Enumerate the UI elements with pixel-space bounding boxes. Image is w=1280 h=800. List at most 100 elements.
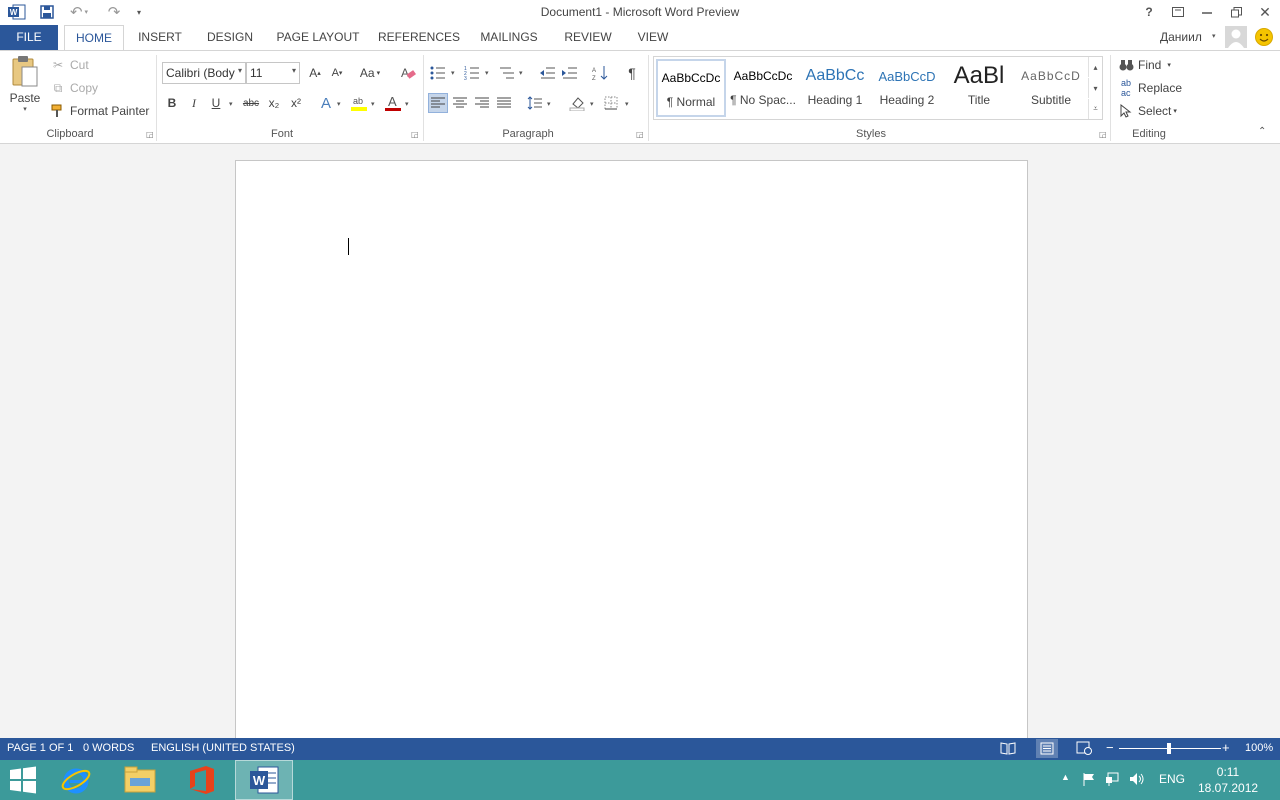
show-hidden-icons-chevron-up-icon[interactable]: ▲ bbox=[1061, 772, 1070, 782]
avatar[interactable] bbox=[1225, 26, 1247, 48]
strikethrough-button[interactable]: abc bbox=[241, 93, 261, 113]
clear-formatting-icon[interactable]: A bbox=[398, 63, 418, 83]
tab-view[interactable]: VIEW bbox=[633, 25, 673, 50]
underline-chevron-down-icon[interactable]: ▾ bbox=[229, 100, 233, 108]
paste-button[interactable]: Paste ▾ bbox=[6, 55, 44, 121]
chevron-down-icon[interactable]: ▾ bbox=[625, 100, 629, 108]
web-layout-icon[interactable] bbox=[1076, 741, 1092, 758]
change-case-button[interactable]: Aa ▾ bbox=[356, 63, 384, 83]
superscript-button[interactable]: x² bbox=[286, 93, 306, 113]
volume-icon[interactable] bbox=[1129, 772, 1145, 789]
zoom-in-icon[interactable]: + bbox=[1222, 740, 1230, 755]
show-hide-marks-icon[interactable]: ¶ bbox=[622, 63, 642, 83]
font-name-combo[interactable]: Calibri (Body ▾ bbox=[162, 62, 246, 84]
tab-references[interactable]: REFERENCES bbox=[377, 25, 461, 50]
sort-icon[interactable]: AZ bbox=[591, 63, 611, 83]
tab-insert[interactable]: INSERT bbox=[133, 25, 187, 50]
shrink-font-icon[interactable]: A ▾ bbox=[327, 63, 347, 83]
tab-design[interactable]: DESIGN bbox=[201, 25, 259, 50]
gallery-more-icon[interactable]: ⩡ bbox=[1088, 99, 1102, 119]
start-icon[interactable] bbox=[0, 760, 46, 800]
gallery-scroll-up-icon[interactable]: ▴ bbox=[1088, 57, 1102, 77]
grow-font-icon[interactable]: A ▴ bbox=[305, 63, 325, 83]
italic-button[interactable]: I bbox=[184, 93, 204, 113]
print-layout-icon[interactable] bbox=[1036, 739, 1058, 758]
cut-button[interactable]: ✂ Cut bbox=[50, 57, 89, 73]
style-no-spacing[interactable]: AaBbCcDc ¶ No Spac... bbox=[728, 59, 798, 117]
user-chevron-down-icon[interactable]: ▾ bbox=[1212, 32, 1216, 40]
page-count[interactable]: PAGE 1 OF 1 bbox=[7, 742, 73, 754]
chevron-down-icon[interactable]: ▾ bbox=[337, 100, 341, 108]
text-effects-icon[interactable]: A bbox=[316, 93, 336, 113]
subscript-button[interactable]: x₂ bbox=[264, 93, 284, 113]
action-center-flag-icon[interactable] bbox=[1082, 772, 1096, 789]
decrease-indent-icon[interactable] bbox=[538, 63, 558, 83]
help-button[interactable]: ? bbox=[1136, 2, 1162, 22]
copy-button[interactable]: ⧉ Copy bbox=[50, 80, 98, 96]
chevron-down-icon[interactable]: ▾ bbox=[590, 100, 594, 108]
multilevel-list-icon[interactable] bbox=[497, 63, 517, 83]
feedback-smiley-icon[interactable] bbox=[1254, 27, 1274, 50]
gallery-scroll-down-icon[interactable]: ▾ bbox=[1088, 78, 1102, 98]
word-count[interactable]: 0 WORDS bbox=[83, 742, 134, 754]
replace-button[interactable]: ab ac Replace bbox=[1118, 78, 1182, 98]
chevron-down-icon[interactable]: ▾ bbox=[405, 100, 409, 108]
styles-dialog-launcher-icon[interactable]: ◲ bbox=[1099, 130, 1107, 139]
zoom-level[interactable]: 100% bbox=[1245, 742, 1273, 754]
font-size-combo[interactable]: 11 ▾ bbox=[246, 62, 300, 84]
office-icon[interactable] bbox=[173, 760, 231, 800]
read-mode-icon[interactable] bbox=[1000, 741, 1016, 758]
chevron-down-icon[interactable]: ▾ bbox=[451, 69, 455, 77]
chevron-down-icon[interactable]: ▾ bbox=[519, 69, 523, 77]
justify-icon[interactable] bbox=[494, 93, 514, 113]
style-heading-2[interactable]: AaBbCcD Heading 2 bbox=[872, 59, 942, 117]
increase-indent-icon[interactable] bbox=[560, 63, 580, 83]
zoom-out-icon[interactable]: − bbox=[1106, 740, 1114, 755]
minimize-icon[interactable] bbox=[1194, 2, 1220, 22]
input-language[interactable]: ENG bbox=[1159, 772, 1185, 786]
select-button[interactable]: Select ▾ bbox=[1118, 103, 1177, 119]
bold-button[interactable]: B bbox=[162, 93, 182, 113]
style-title[interactable]: AaBl Title bbox=[944, 59, 1014, 117]
internet-explorer-icon[interactable] bbox=[47, 760, 105, 800]
align-right-icon[interactable] bbox=[472, 93, 492, 113]
file-explorer-icon[interactable] bbox=[111, 760, 169, 800]
format-painter-button[interactable]: Format Painter bbox=[50, 103, 149, 119]
document-page[interactable] bbox=[235, 160, 1028, 738]
style-subtitle[interactable]: AaBbCcD Subtitle bbox=[1016, 59, 1086, 117]
style-heading-1[interactable]: AaBbCc Heading 1 bbox=[800, 59, 870, 117]
line-spacing-icon[interactable] bbox=[525, 93, 545, 113]
font-dialog-launcher-icon[interactable]: ◲ bbox=[411, 130, 419, 139]
font-color-icon[interactable]: A bbox=[383, 93, 403, 113]
zoom-slider-thumb[interactable] bbox=[1167, 743, 1171, 754]
borders-icon[interactable] bbox=[601, 93, 621, 113]
tab-review[interactable]: REVIEW bbox=[560, 25, 616, 50]
style-normal[interactable]: AaBbCcDc ¶ Normal bbox=[656, 59, 726, 117]
align-left-icon[interactable] bbox=[428, 93, 448, 113]
find-button[interactable]: Find ▾ bbox=[1118, 57, 1171, 73]
user-name[interactable]: Даниил bbox=[1160, 30, 1202, 44]
chevron-down-icon[interactable]: ▾ bbox=[547, 100, 551, 108]
bullets-icon[interactable] bbox=[428, 63, 448, 83]
paragraph-dialog-launcher-icon[interactable]: ◲ bbox=[636, 130, 644, 139]
shading-icon[interactable] bbox=[567, 93, 587, 113]
tab-page-layout[interactable]: PAGE LAYOUT bbox=[271, 25, 365, 50]
ribbon-display-options-icon[interactable] bbox=[1165, 2, 1191, 22]
tab-file[interactable]: FILE bbox=[0, 25, 58, 50]
collapse-ribbon-icon[interactable]: ⌃ bbox=[1258, 126, 1266, 137]
network-icon[interactable] bbox=[1105, 772, 1119, 789]
align-center-icon[interactable] bbox=[450, 93, 470, 113]
clock[interactable]: 0:11 18.07.2012 bbox=[1198, 764, 1258, 796]
tab-mailings[interactable]: MAILINGS bbox=[474, 25, 544, 50]
underline-button[interactable]: U bbox=[206, 93, 226, 113]
highlight-icon[interactable]: ab bbox=[349, 93, 369, 113]
language-indicator[interactable]: ENGLISH (UNITED STATES) bbox=[151, 742, 295, 754]
clipboard-dialog-launcher-icon[interactable]: ◲ bbox=[146, 130, 154, 139]
restore-icon[interactable] bbox=[1223, 2, 1249, 22]
tab-home[interactable]: HOME bbox=[64, 25, 124, 51]
numbering-icon[interactable]: 123 bbox=[462, 63, 482, 83]
word-taskbar-icon[interactable]: W bbox=[235, 760, 293, 800]
chevron-down-icon[interactable]: ▾ bbox=[371, 100, 375, 108]
close-icon[interactable]: ✕ bbox=[1252, 2, 1278, 22]
chevron-down-icon[interactable]: ▾ bbox=[485, 69, 489, 77]
